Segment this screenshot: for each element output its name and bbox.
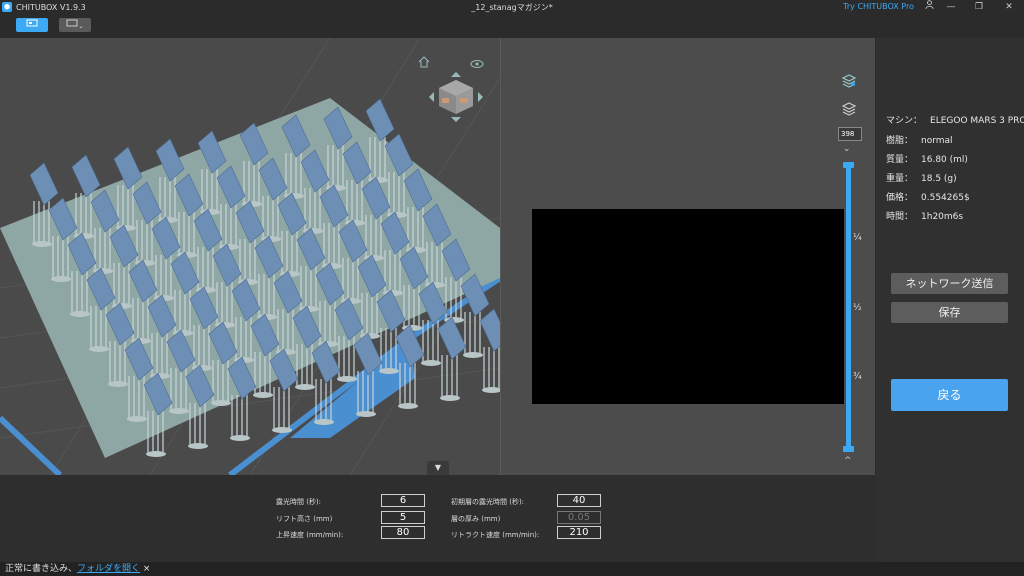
title-bar: ⬢ CHITUBOX V1.9.3 _12_stanagマガジン* Try CH… bbox=[0, 0, 1024, 14]
try-pro-link[interactable]: Try CHITUBOX Pro bbox=[843, 2, 914, 11]
chevron-down-icon[interactable]: ⌄ bbox=[843, 144, 851, 154]
print-info-panel: マシン： ELEGOO MARS 3 PRO 樹脂： normal 質量： 16.80… bbox=[876, 38, 1024, 562]
support-base bbox=[51, 276, 71, 282]
support-base bbox=[440, 395, 460, 401]
user-icon[interactable] bbox=[920, 0, 938, 14]
open-folder-link[interactable]: フォルダを開く bbox=[77, 564, 140, 574]
retract-speed-label: リトラクト速度 (mm/min): bbox=[451, 531, 540, 539]
support-base bbox=[272, 427, 292, 433]
restore-icon[interactable]: ❐ bbox=[970, 0, 988, 14]
layer-thickness-field: 0.05 bbox=[557, 511, 601, 524]
3d-viewport[interactable]: ▼ bbox=[0, 38, 500, 475]
retract-speed-field[interactable]: 210 bbox=[557, 526, 601, 539]
slice-preview-panel: 398 ⌄ ¼ ½ ¾ ^ bbox=[500, 38, 875, 475]
lift-speed-label: 上昇速度 (mm/min): bbox=[276, 531, 344, 539]
layer-image bbox=[532, 209, 844, 404]
layer-thickness-label: 層の厚み (mm) bbox=[451, 515, 501, 523]
support-base bbox=[356, 411, 376, 417]
support-base bbox=[230, 435, 250, 441]
bottom-exposure-field[interactable]: 40 bbox=[557, 494, 601, 507]
layers-hidden-icon[interactable] bbox=[841, 101, 857, 121]
volume-row: 質量： 16.80 (ml) bbox=[886, 155, 968, 165]
support-base bbox=[89, 346, 109, 352]
layer-number-input[interactable]: 398 bbox=[838, 127, 862, 141]
price-row: 価格： 0.554265$ bbox=[886, 193, 970, 203]
slider-top-handle[interactable] bbox=[843, 162, 854, 168]
lift-height-field[interactable]: 5 bbox=[381, 511, 425, 524]
slider-bottom-handle[interactable] bbox=[843, 446, 854, 452]
machine-row: マシン： ELEGOO MARS 3 PRO bbox=[886, 116, 1024, 126]
support-base bbox=[211, 400, 231, 406]
bottom-exposure-label: 初期層の露光時間 (秒): bbox=[451, 498, 525, 506]
support-base bbox=[127, 416, 147, 422]
view-cube-icon[interactable] bbox=[425, 66, 487, 132]
support-base bbox=[253, 392, 273, 398]
support-base bbox=[70, 311, 90, 317]
lift-speed-field[interactable]: 80 bbox=[381, 526, 425, 539]
layer-slider[interactable] bbox=[846, 165, 851, 451]
print-params-panel: 露光時間 (秒): 6 初期層の露光時間 (秒): 40 リフト高さ (mm) … bbox=[0, 475, 876, 562]
exposure-label: 露光時間 (秒): bbox=[276, 498, 322, 506]
close-icon[interactable]: ✕ bbox=[1000, 0, 1018, 14]
chitubox-logo-icon: ⬢ bbox=[2, 2, 12, 12]
slice-view-button[interactable] bbox=[16, 18, 48, 32]
support-base bbox=[146, 451, 166, 457]
support-base bbox=[421, 360, 441, 366]
resin-row: 樹脂： normal bbox=[886, 136, 953, 146]
minimize-icon[interactable]: — bbox=[942, 0, 960, 14]
support-base bbox=[398, 403, 418, 409]
magazine-part[interactable] bbox=[29, 162, 59, 206]
expand-params-toggle[interactable]: ▼ bbox=[427, 461, 449, 475]
magazine-part[interactable] bbox=[479, 308, 500, 352]
support-base bbox=[32, 241, 52, 247]
app-name: CHITUBOX V1.9.3 bbox=[16, 2, 86, 12]
chevron-up-icon[interactable]: ^ bbox=[844, 456, 852, 466]
support-base bbox=[108, 381, 128, 387]
support-base bbox=[379, 368, 399, 374]
slider-mark-three-quarter: ¾ bbox=[853, 372, 862, 382]
slider-mark-half: ½ bbox=[853, 303, 862, 313]
back-button[interactable]: 戻る bbox=[891, 379, 1008, 411]
status-bar: 正常に書き込み、フォルダを開く × bbox=[0, 562, 1024, 576]
support-base bbox=[463, 352, 483, 358]
support-base bbox=[188, 443, 208, 449]
exposure-field[interactable]: 6 bbox=[381, 494, 425, 507]
time-row: 時間： 1h20m6s bbox=[886, 212, 964, 222]
support-base bbox=[295, 384, 315, 390]
save-button[interactable]: 保存 bbox=[891, 302, 1008, 323]
slider-mark-quarter: ¼ bbox=[853, 233, 862, 243]
status-message: 正常に書き込み、 bbox=[5, 564, 78, 574]
lift-height-label: リフト高さ (mm) bbox=[276, 515, 333, 523]
network-send-button[interactable]: ネットワーク送信 bbox=[891, 273, 1008, 294]
support-base bbox=[169, 408, 189, 414]
support-base bbox=[314, 419, 334, 425]
support-base bbox=[482, 387, 500, 393]
toolbar: ⌄ bbox=[0, 14, 1024, 38]
close-status-icon[interactable]: × bbox=[143, 564, 151, 574]
support-base bbox=[337, 376, 357, 382]
layers-icon[interactable] bbox=[841, 73, 857, 93]
print-view-button[interactable]: ⌄ bbox=[59, 18, 91, 32]
weight-row: 重量： 18.5 (g) bbox=[886, 174, 957, 184]
